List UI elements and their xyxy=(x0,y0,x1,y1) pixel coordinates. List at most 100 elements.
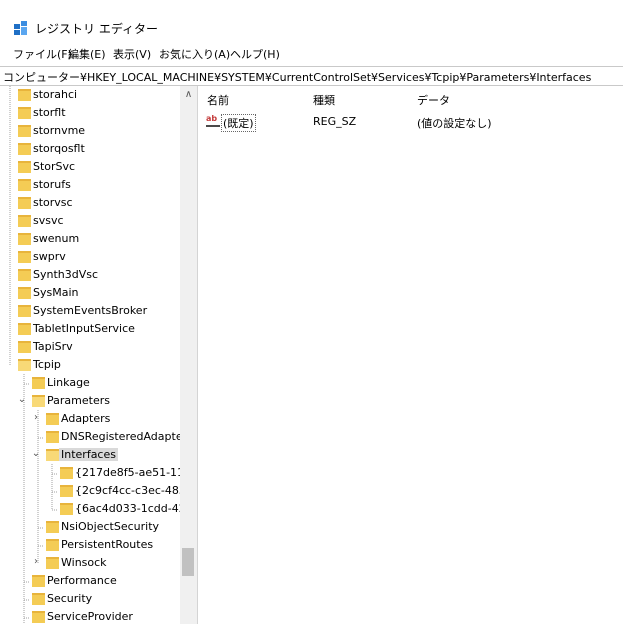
menu-edit[interactable]: 編集(E) xyxy=(68,46,106,62)
chevron-right-icon[interactable]: › xyxy=(31,412,41,423)
tree-item-persistentroutes[interactable]: PersistentRoutes xyxy=(0,536,180,554)
tree-item-label: swprv xyxy=(33,250,66,263)
folder-icon xyxy=(18,197,31,209)
chevron-down-icon[interactable]: ⌄ xyxy=(31,448,41,459)
tree-item-label: SystemEventsBroker xyxy=(33,304,148,317)
value-row[interactable]: ab (既定) REG_SZ (値の設定なし) xyxy=(199,112,624,132)
tree-item-svsvc[interactable]: svsvc xyxy=(0,212,180,230)
tree-item-interfaces[interactable]: ⌄ Interfaces xyxy=(0,446,180,464)
folder-icon xyxy=(46,557,59,569)
menu-view[interactable]: 表示(V) xyxy=(113,46,151,62)
tree-item-label: SysMain xyxy=(33,286,79,299)
folder-icon xyxy=(18,89,31,101)
folder-icon xyxy=(18,341,31,353)
folder-icon xyxy=(32,575,45,587)
tree-item-storahci[interactable]: storahci xyxy=(0,86,180,104)
folder-icon xyxy=(32,593,45,605)
title-bar: レジストリ エディター xyxy=(0,0,624,40)
column-header-name[interactable]: 名前 xyxy=(207,92,229,108)
menu-bar: ファイル(F) 編集(E) 表示(V) お気に入り(A) ヘルプ(H) xyxy=(0,44,624,64)
folder-icon xyxy=(18,305,31,317)
tree-item-swenum[interactable]: swenum xyxy=(0,230,180,248)
tree-item-parameters[interactable]: ⌄ Parameters xyxy=(0,392,180,410)
tree-item-label: Adapters xyxy=(61,412,111,425)
tree-item-label: Winsock xyxy=(61,556,107,569)
string-value-icon: ab xyxy=(206,114,220,127)
value-name[interactable]: (既定) xyxy=(221,114,256,132)
folder-icon xyxy=(46,431,59,443)
tree-item-linkage[interactable]: Linkage xyxy=(0,374,180,392)
tree-item-label: DNSRegisteredAdapters xyxy=(61,430,193,443)
tree-item-label: storflt xyxy=(33,106,66,119)
folder-icon xyxy=(60,485,73,497)
folder-icon xyxy=(60,467,73,479)
tree-item-winsock[interactable]: › Winsock xyxy=(0,554,180,572)
tree-item-synth3dvsc[interactable]: Synth3dVsc xyxy=(0,266,180,284)
folder-icon xyxy=(18,215,31,227)
chevron-right-icon[interactable]: › xyxy=(31,556,41,567)
tree-item-tapisrv[interactable]: TapiSrv xyxy=(0,338,180,356)
address-bar[interactable]: コンピューター¥HKEY_LOCAL_MACHINE¥SYSTEM¥Curren… xyxy=(0,66,623,86)
tree-item-label: PersistentRoutes xyxy=(61,538,154,551)
tree-item-security[interactable]: Security xyxy=(0,590,180,608)
folder-icon xyxy=(46,521,59,533)
key-tree[interactable]: storahci storflt stornvme storqosflt Sto… xyxy=(0,86,198,624)
tree-item-interface-guid-1[interactable]: {217de8f5-ae51-11ea-9 xyxy=(0,464,197,482)
tree-item-label: TapiSrv xyxy=(33,340,73,353)
folder-icon xyxy=(18,269,31,281)
tree-item-label: StorSvc xyxy=(33,160,76,173)
values-list[interactable]: 名前 種類 データ ab (既定) REG_SZ (値の設定なし) xyxy=(199,86,624,624)
tree-item-label: Linkage xyxy=(47,376,90,389)
folder-icon xyxy=(18,143,31,155)
tree-item-swprv[interactable]: swprv xyxy=(0,248,180,266)
folder-icon xyxy=(18,125,31,137)
tree-item-label: NsiObjectSecurity xyxy=(61,520,160,533)
tree-item-interface-guid-3[interactable]: {6ac4d033-1cdd-428b- xyxy=(0,500,197,518)
column-header-data[interactable]: データ xyxy=(417,92,450,108)
tree-item-storvsc[interactable]: storvsc xyxy=(0,194,180,212)
folder-icon xyxy=(18,233,31,245)
menu-favorites[interactable]: お気に入り(A) xyxy=(159,46,230,62)
tree-scrollbar[interactable]: ∧ xyxy=(180,86,197,624)
tree-item-label: storvsc xyxy=(33,196,73,209)
tree-item-storqosflt[interactable]: storqosflt xyxy=(0,140,180,158)
tree-item-storsvc[interactable]: StorSvc xyxy=(0,158,180,176)
tree-item-performance[interactable]: Performance xyxy=(0,572,180,590)
tree-item-serviceprovider[interactable]: ServiceProvider xyxy=(0,608,180,624)
tree-item-adapters[interactable]: › Adapters xyxy=(0,410,180,428)
folder-open-icon xyxy=(46,449,59,461)
tree-item-label: swenum xyxy=(33,232,80,245)
tree-item-systemeventsbroker[interactable]: SystemEventsBroker xyxy=(0,302,180,320)
folder-icon xyxy=(18,323,31,335)
tree-item-label: TabletInputService xyxy=(33,322,135,335)
tree-item-tcpip[interactable]: Tcpip xyxy=(0,356,180,374)
tree-item-dnsregisteredadapters[interactable]: DNSRegisteredAdapters xyxy=(0,428,193,446)
tree-item-label: svsvc xyxy=(33,214,64,227)
menu-help[interactable]: ヘルプ(H) xyxy=(230,46,280,62)
tree-item-label: storufs xyxy=(33,178,71,191)
column-header-type[interactable]: 種類 xyxy=(313,92,335,108)
scroll-up-arrow-icon[interactable]: ∧ xyxy=(180,86,197,103)
tree-item-nsiobjectsecurity[interactable]: NsiObjectSecurity xyxy=(0,518,180,536)
folder-icon xyxy=(18,251,31,263)
tree-item-storflt[interactable]: storflt xyxy=(0,104,180,122)
tree-item-label: storahci xyxy=(33,88,78,101)
tree-item-stornvme[interactable]: stornvme xyxy=(0,122,180,140)
tree-item-label: Tcpip xyxy=(33,358,61,371)
tree-item-storufs[interactable]: storufs xyxy=(0,176,180,194)
tree-item-sysmain[interactable]: SysMain xyxy=(0,284,180,302)
scrollbar-thumb[interactable] xyxy=(182,548,194,576)
chevron-down-icon[interactable]: ⌄ xyxy=(17,394,27,405)
window-title: レジストリ エディター xyxy=(35,22,158,36)
tree-item-label: Performance xyxy=(47,574,117,587)
address-path[interactable]: コンピューター¥HKEY_LOCAL_MACHINE¥SYSTEM¥Curren… xyxy=(3,69,591,85)
tree-item-label: stornvme xyxy=(33,124,86,137)
tree-item-interface-guid-2[interactable]: {2c9cf4cc-c3ec-483a-b xyxy=(0,482,197,500)
tree-item-tabletinputservice[interactable]: TabletInputService xyxy=(0,320,180,338)
folder-open-icon xyxy=(32,395,45,407)
tree-item-label: Parameters xyxy=(47,394,110,407)
value-data: (値の設定なし) xyxy=(417,117,492,130)
menu-file[interactable]: ファイル(F) xyxy=(13,46,72,62)
folder-open-icon xyxy=(18,359,31,371)
folder-icon xyxy=(32,377,45,389)
